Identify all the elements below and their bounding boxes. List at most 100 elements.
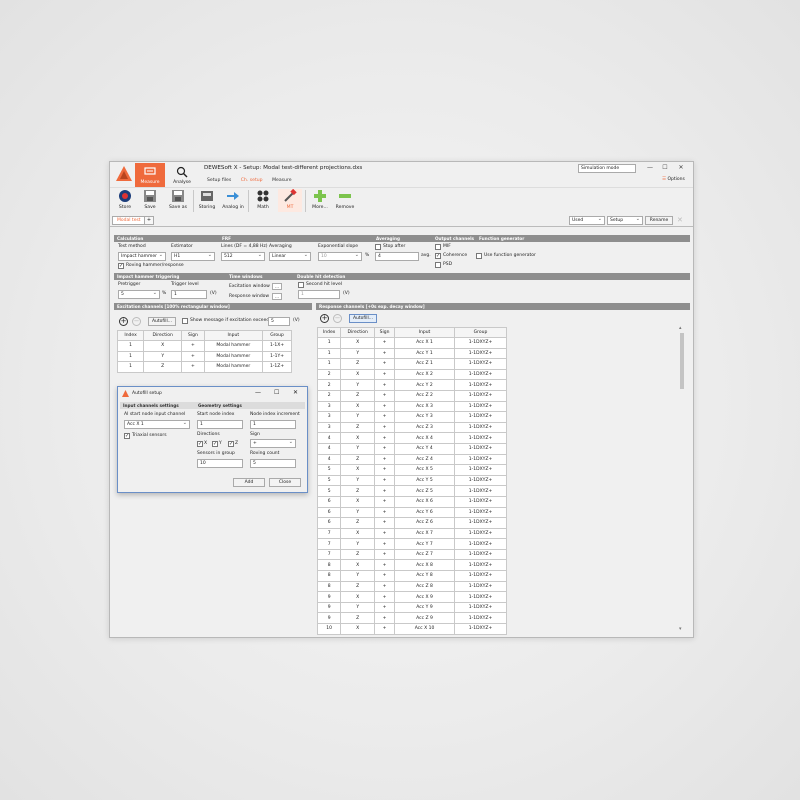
table-cell[interactable]: 1-1X+	[262, 340, 292, 352]
lines-select[interactable]: 512	[221, 252, 265, 261]
table-cell[interactable]: Z	[340, 453, 376, 466]
table-row[interactable]: 5 X + Acc X 5 1-1DXYZ+	[316, 464, 507, 476]
table-cell[interactable]: Acc Y 3	[394, 411, 455, 423]
table-cell[interactable]: 1	[116, 340, 145, 352]
table-cell[interactable]: 1-1DXYZ+	[454, 485, 507, 497]
node-inc-input[interactable]: 1	[250, 420, 296, 429]
table-cell[interactable]: Y	[143, 350, 183, 363]
dialog-close-icon[interactable]: ✕	[293, 389, 298, 396]
table-cell[interactable]: 9	[316, 601, 342, 614]
sensors-input[interactable]: 10	[197, 459, 243, 468]
table-cell[interactable]: 1-1DXYZ+	[454, 358, 507, 370]
table-cell[interactable]: Acc X 4	[394, 432, 455, 444]
table-cell[interactable]: 5	[316, 474, 342, 487]
table-cell[interactable]: 1-1DXYZ+	[454, 548, 507, 561]
start-node-input[interactable]: 1	[197, 420, 243, 429]
table-cell[interactable]: Acc Z 1	[394, 358, 455, 370]
table-row[interactable]: 2 Z + Acc Z 2 1-1DXYZ+	[316, 389, 507, 402]
excitation-autofill-button[interactable]: Autofill...	[148, 317, 176, 326]
remove-response-button[interactable]: −	[333, 314, 342, 323]
excitation-window-button[interactable]: ...	[272, 283, 282, 290]
direction-z-checkbox[interactable]: ✓	[228, 441, 234, 447]
table-cell[interactable]: +	[374, 601, 395, 614]
save-button[interactable]: Save	[138, 189, 162, 210]
table-cell[interactable]: 5	[316, 464, 342, 476]
response-scrollbar-thumb[interactable]	[680, 333, 684, 389]
table-cell[interactable]: 1-1DXYZ+	[454, 464, 507, 476]
table-cell[interactable]: Z	[143, 361, 183, 373]
table-cell[interactable]: 1-1DXYZ+	[454, 337, 507, 349]
table-cell[interactable]: Z	[340, 580, 376, 593]
table-cell[interactable]: 1-1DXYZ+	[454, 368, 507, 381]
table-row[interactable]: 5 Y + Acc Y 5 1-1DXYZ+	[316, 474, 507, 487]
table-cell[interactable]: Acc X 8	[394, 559, 455, 572]
table-cell[interactable]: Acc Z 9	[394, 612, 455, 625]
table-cell[interactable]: Y	[340, 442, 376, 455]
table-cell[interactable]: +	[374, 432, 395, 444]
table-cell[interactable]: 1-1DXYZ+	[454, 527, 507, 540]
table-cell[interactable]: 4	[316, 453, 342, 466]
exp-slope-select[interactable]: 10	[318, 252, 362, 261]
table-row[interactable]: 1 X + Modal hammer 1-1X+	[116, 340, 292, 352]
response-window-button[interactable]: ...	[272, 293, 282, 300]
table-cell[interactable]: 3	[316, 421, 342, 434]
table-cell[interactable]: 1-1DXYZ+	[454, 580, 507, 593]
roving-count-input[interactable]: 5	[250, 459, 296, 468]
table-cell[interactable]: Z	[340, 612, 376, 625]
close-window-button[interactable]: ✕	[676, 164, 686, 171]
test-method-select[interactable]: Impact hammer	[118, 252, 166, 261]
table-cell[interactable]: +	[374, 453, 395, 466]
table-cell[interactable]: Z	[340, 485, 376, 497]
table-cell[interactable]: 6	[316, 495, 342, 508]
table-cell[interactable]: 1-1DXYZ+	[454, 517, 507, 529]
table-cell[interactable]: Acc Z 8	[394, 580, 455, 593]
remove-button[interactable]: Remove	[333, 189, 357, 210]
table-cell[interactable]: X	[340, 368, 376, 381]
table-cell[interactable]: Z	[340, 421, 376, 434]
show-message-checkbox[interactable]	[182, 318, 188, 324]
table-row[interactable]: 4 Y + Acc Y 4 1-1DXYZ+	[316, 442, 507, 455]
table-cell[interactable]: Acc X 5	[394, 464, 455, 476]
table-cell[interactable]: 1-1DXYZ+	[454, 411, 507, 423]
scroll-up-icon[interactable]: ▴	[679, 325, 682, 331]
table-cell[interactable]: Acc X 7	[394, 527, 455, 540]
table-cell[interactable]: 1-1DXYZ+	[454, 453, 507, 466]
store-button[interactable]: Store	[113, 189, 137, 210]
table-cell[interactable]: Y	[340, 570, 376, 582]
table-cell[interactable]: 1-1DXYZ+	[454, 612, 507, 625]
table-cell[interactable]: 1-1DXYZ+	[454, 506, 507, 519]
estimator-select[interactable]: H1	[171, 252, 215, 261]
table-cell[interactable]: +	[374, 495, 395, 508]
table-cell[interactable]: X	[143, 340, 183, 352]
psd-checkbox[interactable]	[435, 262, 441, 268]
table-cell[interactable]: 1-1DXYZ+	[454, 442, 507, 455]
table-cell[interactable]: +	[374, 358, 395, 370]
table-cell[interactable]: Acc Y 1	[394, 347, 455, 360]
table-cell[interactable]: 1	[316, 347, 342, 360]
table-row[interactable]: 1 Z + Acc Z 1 1-1DXYZ+	[316, 358, 507, 370]
options-button[interactable]: ☰ Options	[662, 177, 685, 182]
table-cell[interactable]: Acc X 10	[394, 623, 455, 635]
table-cell[interactable]: +	[374, 506, 395, 519]
table-cell[interactable]: 5	[316, 485, 342, 497]
analog-in-button[interactable]: Analog in	[221, 189, 245, 210]
table-row[interactable]: 8 X + Acc X 8 1-1DXYZ+	[316, 559, 507, 572]
table-row[interactable]: 2 Y + Acc Y 2 1-1DXYZ+	[316, 379, 507, 391]
table-cell[interactable]: +	[181, 361, 205, 373]
more-button[interactable]: More...	[308, 189, 332, 210]
table-cell[interactable]: Acc X 3	[394, 400, 455, 413]
table-cell[interactable]: 6	[316, 517, 342, 529]
table-cell[interactable]: +	[181, 340, 205, 352]
table-cell[interactable]: 7	[316, 548, 342, 561]
subtab-setup-files[interactable]: Setup files	[207, 178, 231, 183]
table-cell[interactable]: X	[340, 591, 376, 603]
table-cell[interactable]: 1-1Y+	[262, 350, 292, 363]
table-cell[interactable]: Acc X 1	[394, 337, 455, 349]
add-excitation-button[interactable]: +	[119, 317, 128, 326]
add-tab-button[interactable]: +	[144, 216, 154, 225]
table-cell[interactable]: 3	[316, 411, 342, 423]
table-cell[interactable]: +	[374, 347, 395, 360]
table-cell[interactable]: Z	[340, 517, 376, 529]
table-cell[interactable]: 1-1DXYZ+	[454, 623, 507, 635]
table-cell[interactable]: +	[374, 400, 395, 413]
